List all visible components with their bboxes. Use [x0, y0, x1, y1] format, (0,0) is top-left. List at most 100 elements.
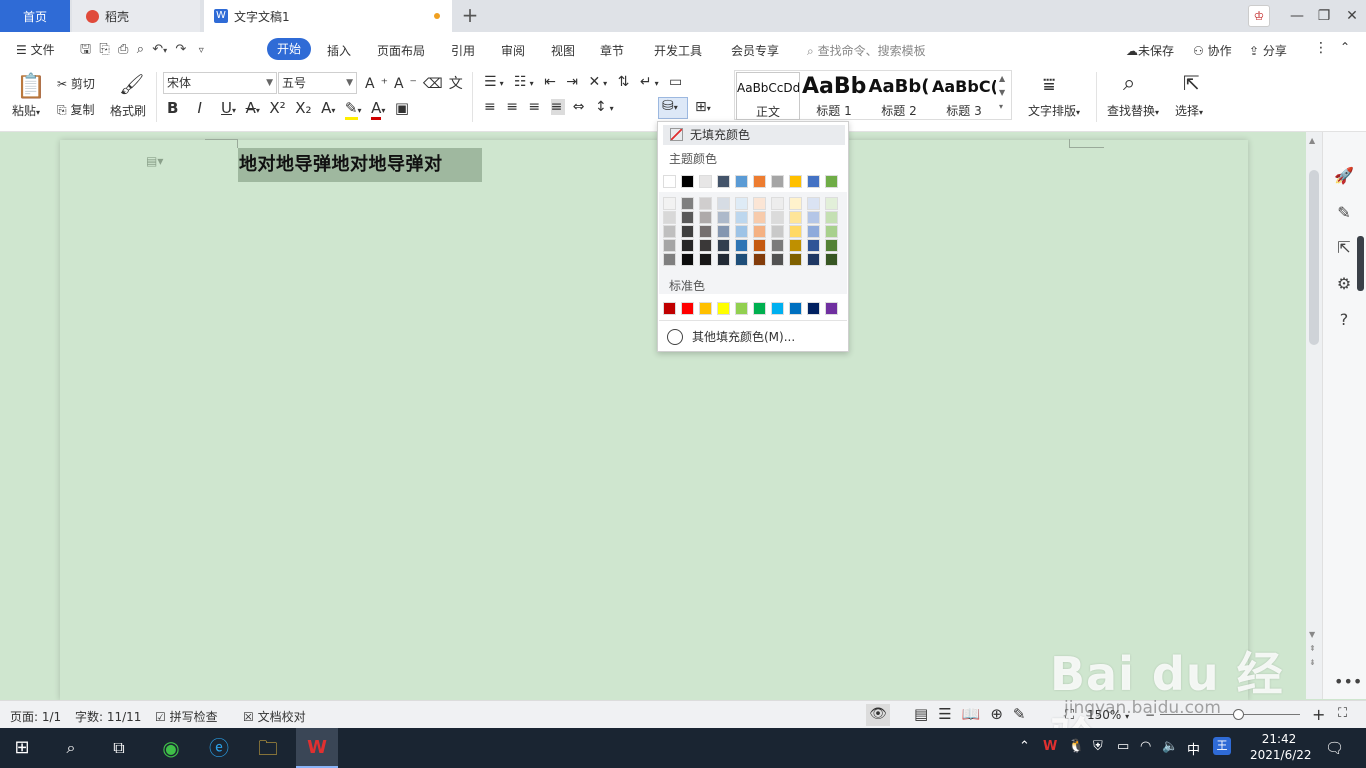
format-painter-button[interactable]: 格式刷 [110, 102, 146, 119]
theme-color-swatch[interactable] [699, 175, 712, 188]
theme-shade-swatch[interactable] [663, 211, 676, 224]
power-tray-icon[interactable]: ▭ [1117, 739, 1129, 754]
selected-document-text[interactable]: 地对地导弹地对地导弹对 [238, 148, 482, 182]
find-replace-button[interactable]: 查找替换▾ [1107, 102, 1159, 119]
theme-shade-swatch[interactable] [663, 239, 676, 252]
fullscreen-icon[interactable]: ⛶ [1338, 706, 1347, 721]
style-normal[interactable]: AaBbCcDd 正文 [736, 72, 800, 120]
highlight-icon[interactable]: ✎ [344, 99, 358, 120]
theme-shade-swatch[interactable] [789, 225, 802, 238]
theme-shade-swatch[interactable] [807, 225, 820, 238]
save-icon[interactable]: 🖫 [80, 42, 91, 57]
theme-shade-swatch[interactable] [753, 239, 766, 252]
pen-icon[interactable]: ✎ [1334, 203, 1354, 223]
standard-color-swatch[interactable] [807, 302, 820, 315]
theme-shade-swatch[interactable] [717, 197, 730, 210]
collapse-ribbon-icon[interactable]: ⌃ [1340, 40, 1350, 54]
theme-shade-swatch[interactable] [753, 197, 766, 210]
print-preview-icon[interactable]: ⌕ [137, 42, 144, 57]
shrink-font-icon[interactable]: A⁻ [394, 76, 423, 92]
sort-icon[interactable]: ⇅ [618, 74, 633, 90]
ime-app-icon[interactable]: 王 [1213, 737, 1231, 755]
read-view-icon[interactable]: 📖 [962, 705, 991, 723]
page-indicator[interactable]: 页面: 1/1 [10, 708, 61, 725]
customize-qat-icon[interactable]: ▿ [199, 45, 204, 56]
theme-color-swatch[interactable] [753, 175, 766, 188]
format-painter-icon[interactable]: 🖌 [119, 72, 144, 96]
theme-color-swatch[interactable] [789, 175, 802, 188]
qq-tray-icon[interactable]: 🐧 [1068, 739, 1084, 754]
align-left-icon[interactable]: ≡ [484, 99, 499, 115]
unsaved-status[interactable]: ☁未保存 [1126, 42, 1174, 59]
tab-document[interactable]: W 文字文稿1 [204, 0, 452, 32]
theme-shade-swatch[interactable] [663, 253, 676, 266]
standard-color-swatch[interactable] [717, 302, 730, 315]
underline-icon[interactable]: U [221, 99, 232, 117]
standard-color-swatch[interactable] [699, 302, 712, 315]
theme-shade-swatch[interactable] [699, 225, 712, 238]
zoom-select[interactable]: 150% ▾ [1087, 708, 1129, 722]
theme-shade-swatch[interactable] [807, 197, 820, 210]
align-right-icon[interactable]: ≡ [528, 99, 543, 115]
grow-font-icon[interactable]: A⁺ [365, 76, 394, 92]
standard-color-swatch[interactable] [681, 302, 694, 315]
theme-shade-swatch[interactable] [735, 225, 748, 238]
zoom-in-icon[interactable]: + [1312, 705, 1325, 724]
cursor-icon[interactable]: ⇱ [1183, 71, 1200, 95]
theme-shade-swatch[interactable] [717, 239, 730, 252]
font-name-select[interactable]: 宋体 ▼ [163, 72, 277, 94]
tab-page-layout[interactable]: 页面布局 [377, 42, 425, 59]
distributed-icon[interactable]: ⇔ [573, 99, 588, 115]
web-view-icon[interactable]: ⊕ [990, 705, 1013, 723]
theme-shade-swatch[interactable] [789, 239, 802, 252]
theme-color-swatch[interactable] [681, 175, 694, 188]
bullets-icon[interactable]: ☰ [484, 74, 500, 90]
command-search[interactable]: ⌕ 查找命令、搜索模板 [807, 42, 926, 59]
volume-icon[interactable]: 🔈 [1162, 739, 1178, 754]
search-icon[interactable]: ⌕ [57, 734, 85, 762]
print-icon[interactable]: ⎙ [118, 42, 128, 57]
avatar[interactable]: ♔ [1248, 5, 1270, 27]
theme-shade-swatch[interactable] [771, 225, 784, 238]
ie-browser-icon[interactable]: ⓔ [205, 734, 233, 762]
superscript-icon[interactable]: X² [269, 99, 285, 117]
text-effect-icon[interactable]: A [321, 99, 331, 117]
file-explorer-icon[interactable]: 🗀 [254, 734, 282, 762]
style-heading-1[interactable]: AaBb 标题 1 [802, 72, 866, 120]
theme-shade-swatch[interactable] [825, 239, 838, 252]
standard-color-swatch[interactable] [771, 302, 784, 315]
tab-review[interactable]: 审阅 [501, 42, 525, 59]
font-color-icon[interactable]: A [371, 99, 382, 120]
file-menu[interactable]: ☰ 文件 [16, 41, 55, 58]
close-button[interactable]: ✕ [1340, 6, 1364, 26]
clock[interactable]: 21:42 2021/6/22 [1250, 731, 1312, 763]
standard-color-swatch[interactable] [753, 302, 766, 315]
theme-shade-swatch[interactable] [735, 211, 748, 224]
theme-shade-swatch[interactable] [663, 225, 676, 238]
eye-protection-icon[interactable]: 👁 [866, 704, 890, 726]
help-icon[interactable]: ? [1334, 310, 1354, 330]
theme-shade-swatch[interactable] [735, 253, 748, 266]
standard-color-swatch[interactable] [789, 302, 802, 315]
wps-tray-icon[interactable]: W [1043, 739, 1057, 754]
fit-page-icon[interactable]: ⛶ [1065, 708, 1074, 723]
standard-color-swatch[interactable] [735, 302, 748, 315]
more-icon[interactable]: ••• [1334, 672, 1362, 692]
theme-shade-swatch[interactable] [699, 197, 712, 210]
tab-references[interactable]: 引用 [451, 42, 475, 59]
theme-color-swatch[interactable] [771, 175, 784, 188]
theme-shade-swatch[interactable] [663, 197, 676, 210]
increase-indent-icon[interactable]: ⇥ [566, 74, 581, 90]
pointer-icon[interactable]: ⇱ [1334, 238, 1354, 258]
clear-format-icon[interactable]: ⌫ [423, 76, 449, 92]
theme-shade-swatch[interactable] [753, 211, 766, 224]
document-page[interactable] [60, 140, 1248, 700]
theme-shade-swatch[interactable] [825, 197, 838, 210]
zoom-slider-thumb[interactable] [1233, 709, 1244, 720]
paragraph-handle-icon[interactable]: ▤▾ [146, 154, 163, 168]
char-border-icon[interactable]: ▣ [395, 99, 409, 117]
standard-color-swatch[interactable] [663, 302, 676, 315]
theme-shade-swatch[interactable] [735, 239, 748, 252]
theme-color-swatch[interactable] [663, 175, 676, 188]
shading-button[interactable]: ⛁▾ [658, 97, 688, 119]
